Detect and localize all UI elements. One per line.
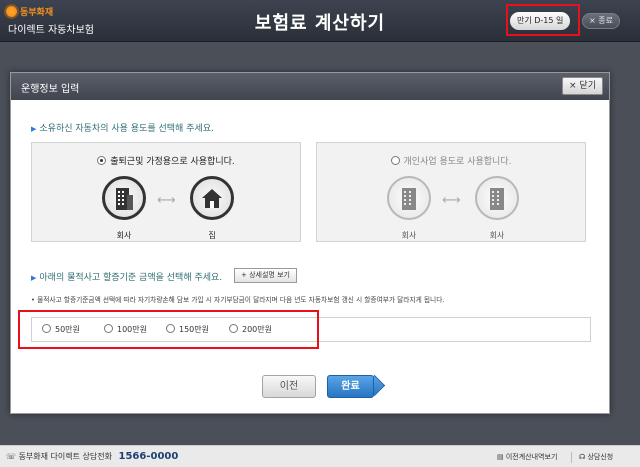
radio-selected-icon[interactable] xyxy=(97,156,107,165)
damage-threshold-question: ▶ 아래의 물적사고 할증기준 금액을 선택해 주세요. xyxy=(31,270,222,283)
office-building-icon xyxy=(475,176,519,220)
footer-divider xyxy=(571,452,572,463)
dialog-header: 운행정보 입력 × 닫기 xyxy=(11,73,609,100)
previous-button[interactable]: 이전 xyxy=(262,375,316,398)
phone-number: 1566-0000 xyxy=(118,451,179,462)
driving-info-dialog: 운행정보 입력 × 닫기 ▶ 소유하신 자동차의 사용 용도를 선택해 주세요. … xyxy=(10,72,610,414)
complete-button[interactable]: 완료 xyxy=(327,375,374,398)
usage-question-text: 소유하신 자동차의 사용 용도를 선택해 주세요. xyxy=(39,124,214,134)
detail-info-button[interactable]: + 상세설명 보기 xyxy=(234,268,297,283)
document-icon: ▤ xyxy=(497,453,504,461)
from-caption: 회사 xyxy=(116,231,132,240)
usage-option-label[interactable]: 출퇴근및 가정용으로 사용합니다. xyxy=(32,154,300,167)
amount-highlight-box xyxy=(18,310,319,349)
home-icon xyxy=(190,176,234,220)
threshold-note: • 물적사고 할증기준금액 선택에 따라 자기차량손해 담보 가입 시 자기부담… xyxy=(31,296,445,304)
usage-option-commute[interactable]: 출퇴근및 가정용으로 사용합니다. ⟷ 회사 집 xyxy=(31,142,301,242)
usage-option-business[interactable]: 개인사업 용도로 사용합니다. ⟷ 회사 회사 xyxy=(316,142,586,242)
usage-option-label[interactable]: 개인사업 용도로 사용합니다. xyxy=(317,154,585,167)
history-link[interactable]: ▤ 이전계산내역보기 xyxy=(497,452,557,462)
office-building-icon xyxy=(102,176,146,220)
bidirectional-arrow-icon: ⟷ xyxy=(157,193,176,208)
app-header: 동부화재 다이렉트 자동차보험 보험료 계산하기 만기 D-15 일 × 종료 xyxy=(0,0,640,42)
footer-phone: ☏ 동부화재 다이렉트 상담전화 1566-0000 xyxy=(6,451,178,462)
office-building-icon xyxy=(387,176,431,220)
dialog-title: 운행정보 입력 xyxy=(21,84,80,95)
radio-unselected-icon[interactable] xyxy=(390,156,400,165)
to-caption: 집 xyxy=(208,231,216,240)
usage-option-text: 개인사업 용도로 사용합니다. xyxy=(403,157,512,167)
expiry-countdown-badge: 만기 D-15 일 xyxy=(510,12,571,30)
usage-option-text: 출퇴근및 가정용으로 사용합니다. xyxy=(110,157,235,167)
history-link-label: 이전계산내역보기 xyxy=(505,453,558,461)
phone-label: 동부화재 다이렉트 상담전화 xyxy=(18,452,112,461)
triangle-bullet-icon: ▶ xyxy=(31,274,37,282)
to-caption: 회사 xyxy=(489,231,505,240)
damage-threshold-question-text: 아래의 물적사고 할증기준 금액을 선택해 주세요. xyxy=(39,273,223,283)
bidirectional-arrow-icon: ⟷ xyxy=(442,193,461,208)
headset-icon: ☊ xyxy=(579,453,586,461)
footer-bar: ☏ 동부화재 다이렉트 상담전화 1566-0000 ▤ 이전계산내역보기 ☊ … xyxy=(0,445,640,467)
from-caption: 회사 xyxy=(401,231,417,240)
usage-question: ▶ 소유하신 자동차의 사용 용도를 선택해 주세요. xyxy=(31,121,214,134)
triangle-bullet-icon: ▶ xyxy=(31,125,37,133)
dialog-close-button[interactable]: × 닫기 xyxy=(562,77,603,95)
consult-link[interactable]: ☊ 상담신청 xyxy=(579,452,613,462)
exit-button[interactable]: × 종료 xyxy=(582,13,620,29)
consult-link-label: 상담신청 xyxy=(587,453,614,461)
phone-icon: ☏ xyxy=(6,452,17,461)
